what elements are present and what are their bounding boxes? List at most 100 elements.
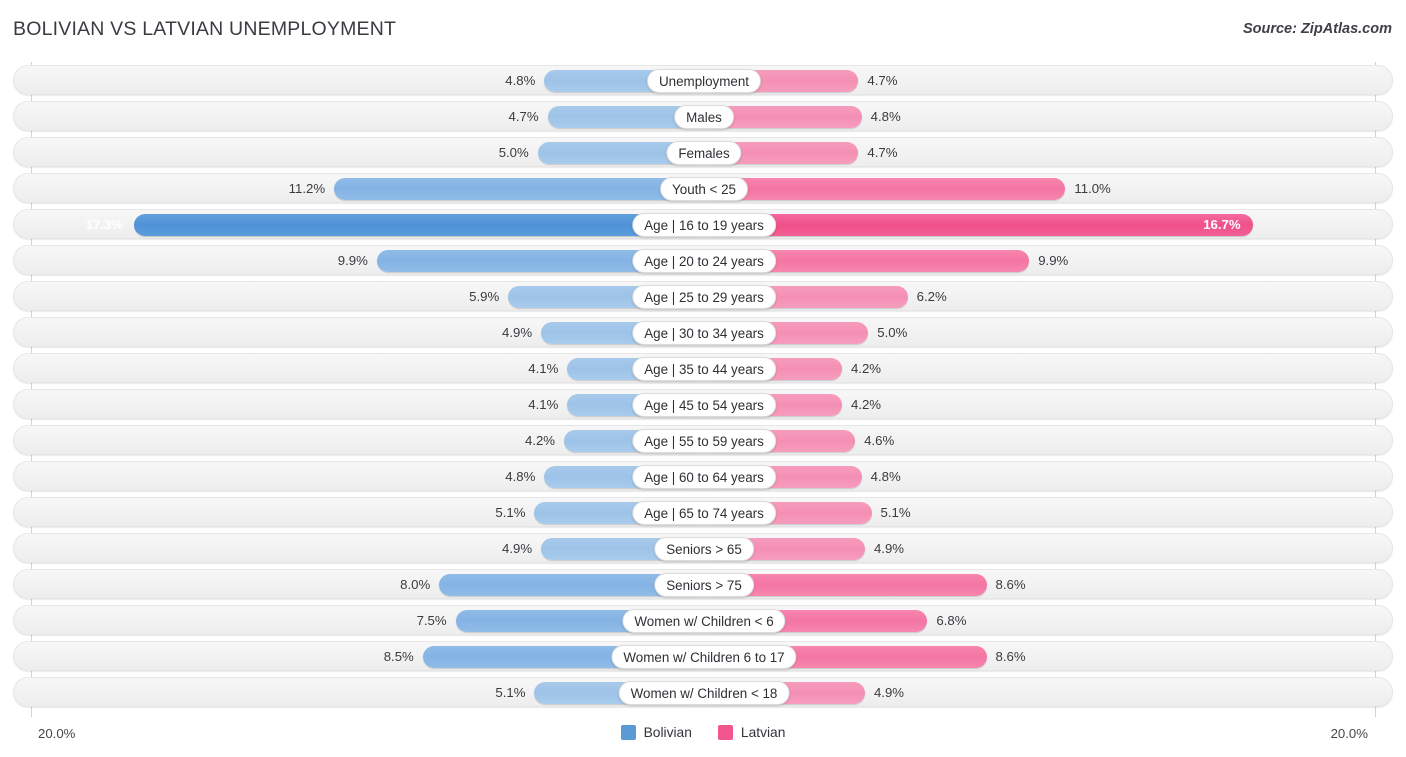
value-label-bolivian: 7.5% xyxy=(416,613,447,628)
chart-row-inner: 7.5% 6.8% Women w/ Children < 6 xyxy=(14,606,1392,634)
category-label[interactable]: Age | 60 to 64 years xyxy=(632,465,776,489)
value-label-latvian: 9.9% xyxy=(1038,253,1069,268)
value-label-latvian: 4.9% xyxy=(873,685,905,700)
chart-row[interactable]: 4.9% 5.0% Age | 30 to 34 years xyxy=(13,317,1393,347)
chart-row-inner: 4.1% 4.2% Age | 35 to 44 years xyxy=(14,354,1392,382)
value-label-bolivian: 4.1% xyxy=(528,397,559,412)
value-label-latvian: 4.8% xyxy=(870,109,901,124)
chart-row[interactable]: 11.2% 11.0% Youth < 25 xyxy=(13,173,1393,203)
legend-swatch-bolivian xyxy=(620,725,636,740)
value-label-bolivian: 4.7% xyxy=(508,109,539,124)
value-label-latvian: 8.6% xyxy=(995,649,1026,664)
value-label-bolivian: 4.1% xyxy=(528,361,559,376)
value-label-latvian: 11.0% xyxy=(1074,181,1111,196)
value-label-bolivian: 4.8% xyxy=(505,73,536,88)
chart-row-inner: 4.2% 4.6% Age | 55 to 59 years xyxy=(14,426,1392,454)
value-label-bolivian: 17.3% xyxy=(85,217,124,232)
category-label[interactable]: Women w/ Children < 18 xyxy=(618,681,790,705)
value-label-bolivian: 4.2% xyxy=(524,433,556,448)
bar-bolivian xyxy=(133,214,702,236)
category-label[interactable]: Males xyxy=(674,105,734,129)
category-label[interactable]: Youth < 25 xyxy=(660,177,748,201)
chart-row[interactable]: 4.9% 4.9% Seniors > 65 xyxy=(13,533,1393,563)
value-label-latvian: 6.8% xyxy=(936,613,967,628)
category-label[interactable]: Unemployment xyxy=(646,69,762,93)
value-label-latvian: 4.7% xyxy=(867,73,898,88)
category-label[interactable]: Age | 35 to 44 years xyxy=(632,357,776,381)
chart-row-inner: 8.5% 8.6% Women w/ Children 6 to 17 xyxy=(14,642,1392,670)
chart-row-inner: 4.9% 5.0% Age | 30 to 34 years xyxy=(14,318,1392,346)
chart-row[interactable]: 8.5% 8.6% Women w/ Children 6 to 17 xyxy=(13,641,1393,671)
category-label[interactable]: Age | 30 to 34 years xyxy=(632,321,776,345)
category-label[interactable]: Age | 20 to 24 years xyxy=(632,249,776,273)
chart-row[interactable]: 5.1% 4.9% Women w/ Children < 18 xyxy=(13,677,1393,707)
page-title: BOLIVIAN VS LATVIAN UNEMPLOYMENT xyxy=(13,18,397,40)
chart-row[interactable]: 4.1% 4.2% Age | 45 to 54 years xyxy=(13,389,1393,419)
chart-row-inner: 5.1% 5.1% Age | 65 to 74 years xyxy=(14,498,1392,526)
chart-row[interactable]: 4.1% 4.2% Age | 35 to 44 years xyxy=(13,353,1393,383)
chart-row-inner: 5.9% 6.2% Age | 25 to 29 years xyxy=(14,282,1392,310)
legend-label-latvian: Latvian xyxy=(740,725,786,740)
source-attribution: Source: ZipAtlas.com xyxy=(1242,21,1392,37)
chart-row-inner: 4.8% 4.7% Unemployment xyxy=(14,66,1392,94)
value-label-latvian: 4.2% xyxy=(850,361,882,376)
category-label[interactable]: Age | 65 to 74 years xyxy=(632,501,776,525)
category-label[interactable]: Women w/ Children 6 to 17 xyxy=(611,645,797,669)
category-label[interactable]: Age | 25 to 29 years xyxy=(632,285,776,309)
category-label[interactable]: Women w/ Children < 6 xyxy=(622,609,786,633)
chart-page: BOLIVIAN VS LATVIAN UNEMPLOYMENT Source:… xyxy=(0,0,1406,757)
chart-row-inner: 8.0% 8.6% Seniors > 75 xyxy=(14,570,1392,598)
category-label[interactable]: Females xyxy=(666,141,742,165)
value-label-bolivian: 9.9% xyxy=(337,253,368,268)
value-label-latvian: 4.9% xyxy=(873,541,905,556)
chart-row[interactable]: 5.0% 4.7% Females xyxy=(13,137,1393,167)
category-label[interactable]: Seniors > 75 xyxy=(654,573,754,597)
value-label-bolivian: 5.1% xyxy=(495,505,526,520)
chart-row-inner: 17.3% 16.7% Age | 16 to 19 years xyxy=(14,210,1392,238)
chart-row[interactable]: 8.0% 8.6% Seniors > 75 xyxy=(13,569,1393,599)
bar-bolivian xyxy=(334,178,702,200)
value-label-bolivian: 4.9% xyxy=(501,325,533,340)
chart-legend: Bolivian Latvian xyxy=(0,725,1406,740)
diverging-bar-chart: 4.8% 4.7% Unemployment 4.7% 4.8% Males 5.0% 4.7… xyxy=(0,58,1406,720)
chart-row-inner: 4.8% 4.8% Age | 60 to 64 years xyxy=(14,462,1392,490)
value-label-latvian: 4.6% xyxy=(864,433,895,448)
category-label[interactable]: Age | 55 to 59 years xyxy=(632,429,776,453)
value-label-latvian: 4.7% xyxy=(867,145,898,160)
chart-row[interactable]: 17.3% 16.7% Age | 16 to 19 years xyxy=(13,209,1393,239)
chart-row[interactable]: 4.8% 4.8% Age | 60 to 64 years xyxy=(13,461,1393,491)
chart-row-inner: 4.1% 4.2% Age | 45 to 54 years xyxy=(14,390,1392,418)
legend-item-bolivian[interactable]: Bolivian xyxy=(620,725,692,740)
chart-row[interactable]: 9.9% 9.9% Age | 20 to 24 years xyxy=(13,245,1393,275)
chart-row-inner: 4.7% 4.8% Males xyxy=(14,102,1392,130)
value-label-latvian: 5.1% xyxy=(880,505,911,520)
legend-swatch-latvian xyxy=(717,725,733,740)
category-label[interactable]: Seniors > 65 xyxy=(654,537,754,561)
legend-item-latvian[interactable]: Latvian xyxy=(717,725,786,740)
value-label-latvian: 4.2% xyxy=(850,397,882,412)
category-label[interactable]: Age | 45 to 54 years xyxy=(632,393,776,417)
legend-label-bolivian: Bolivian xyxy=(643,725,692,740)
chart-row-inner: 11.2% 11.0% Youth < 25 xyxy=(14,174,1392,202)
value-label-bolivian: 5.0% xyxy=(498,145,529,160)
value-label-bolivian: 5.1% xyxy=(495,685,526,700)
value-label-bolivian: 11.2% xyxy=(288,181,326,196)
value-label-bolivian: 5.9% xyxy=(469,289,500,304)
chart-row[interactable]: 5.1% 5.1% Age | 65 to 74 years xyxy=(13,497,1393,527)
category-label[interactable]: Age | 16 to 19 years xyxy=(632,213,776,237)
value-label-bolivian: 8.5% xyxy=(383,649,414,664)
chart-row[interactable]: 7.5% 6.8% Women w/ Children < 6 xyxy=(13,605,1393,635)
chart-row[interactable]: 4.8% 4.7% Unemployment xyxy=(13,65,1393,95)
chart-footer: 20.0% 20.0% Bolivian Latvian xyxy=(0,720,1406,757)
chart-row-inner: 4.9% 4.9% Seniors > 65 xyxy=(14,534,1392,562)
value-label-bolivian: 4.9% xyxy=(501,541,533,556)
chart-row[interactable]: 4.2% 4.6% Age | 55 to 59 years xyxy=(13,425,1393,455)
chart-row-inner: 9.9% 9.9% Age | 20 to 24 years xyxy=(14,246,1392,274)
bar-latvian xyxy=(704,178,1066,200)
chart-row-inner: 5.0% 4.7% Females xyxy=(14,138,1392,166)
chart-header: BOLIVIAN VS LATVIAN UNEMPLOYMENT Source:… xyxy=(0,0,1406,58)
chart-row-inner: 5.1% 4.9% Women w/ Children < 18 xyxy=(14,678,1392,706)
bar-latvian xyxy=(704,214,1253,236)
chart-row[interactable]: 4.7% 4.8% Males xyxy=(13,101,1393,131)
chart-row[interactable]: 5.9% 6.2% Age | 25 to 29 years xyxy=(13,281,1393,311)
